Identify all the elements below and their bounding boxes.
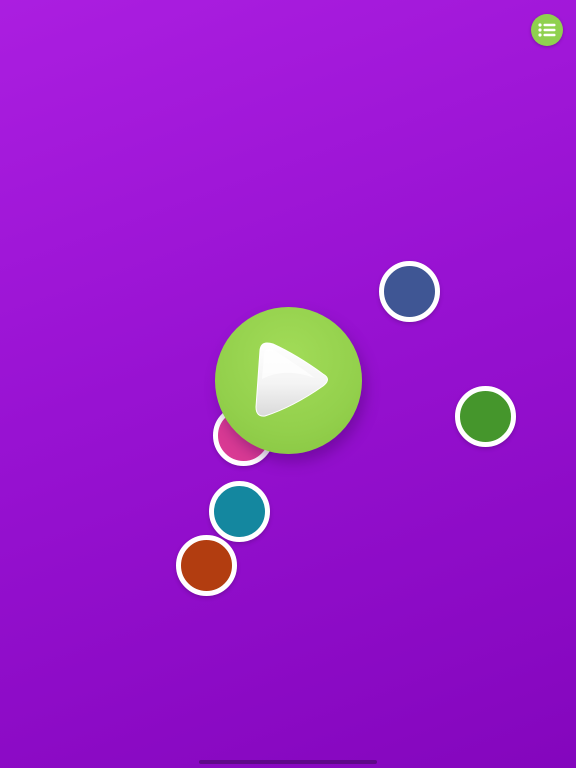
dot-green[interactable] [455, 386, 516, 447]
play-button[interactable] [215, 307, 362, 454]
dot-orange[interactable] [176, 535, 237, 596]
game-screen [0, 0, 576, 768]
play-icon [255, 342, 328, 417]
list-icon [538, 23, 556, 37]
dot-teal[interactable] [209, 481, 270, 542]
menu-button[interactable] [531, 14, 563, 46]
home-indicator [199, 760, 377, 764]
dot-navy[interactable] [379, 261, 440, 322]
